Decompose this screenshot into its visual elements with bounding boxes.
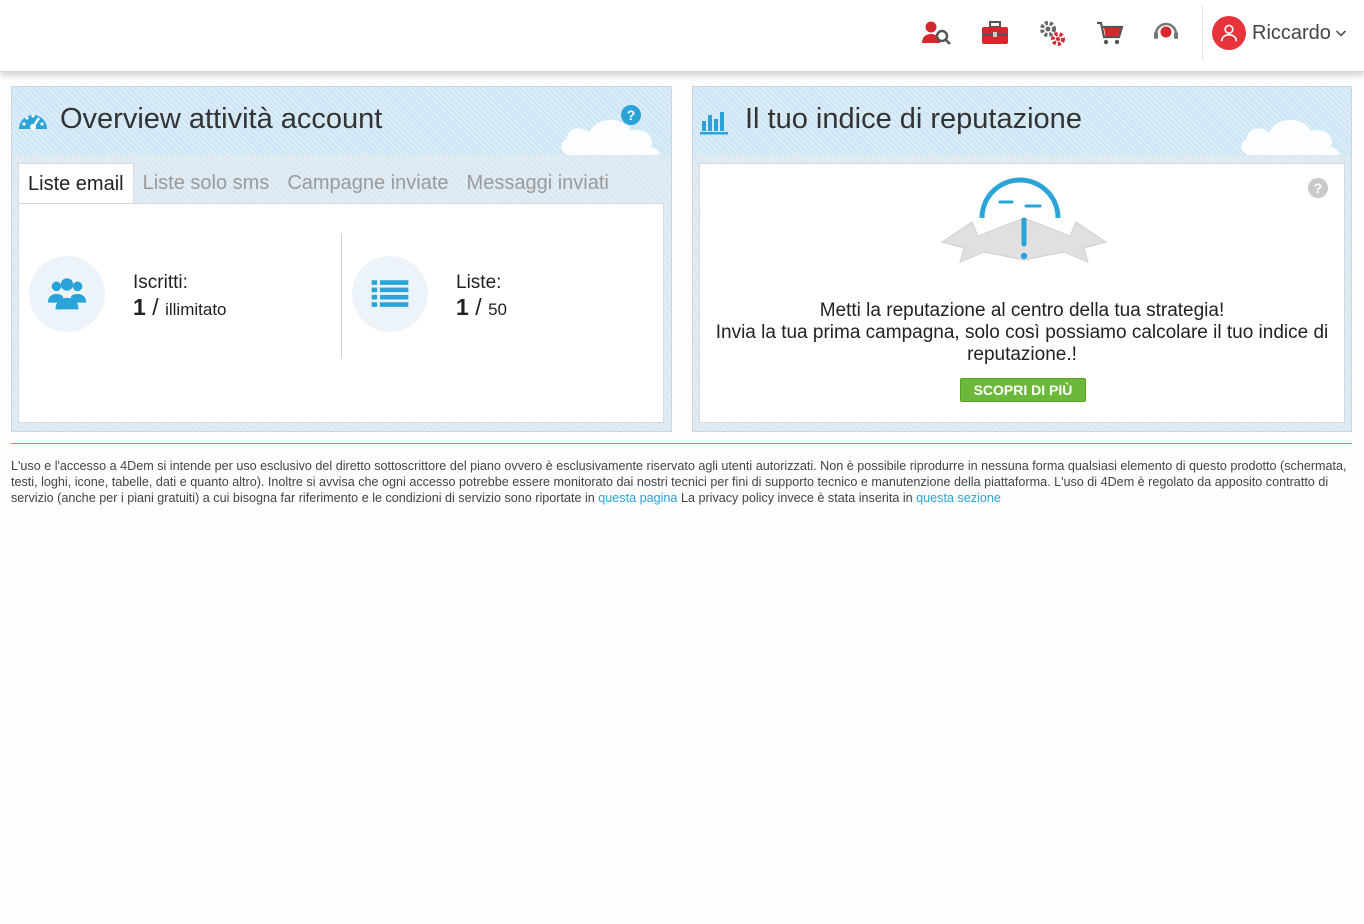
bar-chart-icon	[700, 112, 728, 135]
overview-tabs: Liste email Liste solo sms Campagne invi…	[18, 163, 618, 204]
tab-campagne-inviate[interactable]: Campagne inviate	[278, 163, 457, 204]
footer-disclaimer: L'uso e l'accesso a 4Dem si intende per …	[11, 458, 1352, 506]
users-icon	[47, 278, 87, 310]
footer-text: L'uso e l'accesso a 4Dem si intende per …	[11, 459, 1347, 505]
header-divider	[1202, 6, 1203, 60]
overview-title: Overview attività account	[60, 103, 383, 135]
reputation-message: Metti la reputazione al centro della tua…	[700, 300, 1344, 366]
stat-iscritti-limit: illimitato	[165, 300, 227, 319]
overview-panel: Overview attività account ? Liste email …	[11, 86, 672, 432]
stat-liste-count: 1	[456, 294, 469, 320]
stat-iscritti-label: Iscritti:	[133, 272, 188, 293]
reputation-body: ? Metti la reputazione al centro della t…	[699, 163, 1345, 423]
user-menu[interactable]: Riccardo	[1212, 14, 1347, 52]
list-icon	[371, 280, 409, 307]
user-name: Riccardo	[1252, 21, 1331, 44]
settings-gears-icon[interactable]	[1035, 16, 1069, 50]
stat-iscritti-count: 1	[133, 294, 146, 320]
chevron-down-icon	[1335, 30, 1346, 37]
stat-iscritti-slash: /	[152, 294, 159, 320]
tab-liste-solo-sms[interactable]: Liste solo sms	[134, 163, 279, 204]
dashboard-gauge-icon	[19, 114, 47, 130]
stat-iscritti-circle	[29, 256, 105, 332]
shopping-cart-icon[interactable]	[1093, 16, 1127, 50]
cloud-decoration-icon	[1241, 119, 1340, 155]
stat-iscritti-value: 1 / illimitato	[133, 294, 227, 321]
stat-liste-limit: 50	[488, 300, 508, 319]
avatar	[1212, 16, 1246, 50]
user-search-icon[interactable]	[919, 16, 953, 50]
stat-liste-slash: /	[475, 294, 482, 320]
scopri-di-piu-button[interactable]: SCOPRI DI PIÙ	[960, 378, 1086, 402]
toolbox-icon[interactable]	[978, 16, 1012, 50]
reputation-title: Il tuo indice di reputazione	[745, 103, 1082, 135]
reputation-gauge-icon	[940, 177, 1108, 263]
cloud-decoration-icon	[561, 119, 660, 155]
top-navbar: Riccardo	[0, 0, 1364, 72]
reputation-panel-header: Il tuo indice di reputazione	[693, 87, 1351, 155]
support-headset-icon[interactable]	[1149, 16, 1183, 50]
tab-messaggi-inviati[interactable]: Messaggi inviati	[458, 163, 618, 204]
overview-panel-header: Overview attività account	[12, 87, 671, 155]
tab-content: Iscritti: 1 / illimitato Liste: 1 / 50	[18, 203, 664, 423]
overview-help-icon[interactable]: ?	[621, 105, 641, 125]
stat-liste-value: 1 / 50	[456, 294, 507, 321]
reputation-message-line1: Metti la reputazione al centro della tua…	[819, 300, 1225, 321]
footer-divider	[11, 443, 1352, 444]
reputation-panel: Il tuo indice di reputazione ? Metti la …	[692, 86, 1352, 432]
reputation-message-line2: Invia la tua prima campagna, solo così p…	[715, 322, 1329, 365]
reputation-help-icon[interactable]: ?	[1308, 178, 1328, 198]
tab-liste-email[interactable]: Liste email	[18, 163, 134, 204]
footer-link-questa-pagina[interactable]: questa pagina	[598, 491, 677, 505]
footer-link-questa-sezione[interactable]: questa sezione	[916, 491, 1001, 505]
stats-divider	[341, 234, 342, 358]
stat-liste-label: Liste:	[456, 272, 502, 293]
user-icon	[1220, 24, 1238, 42]
footer-privacy-text: La privacy policy invece è stata inserit…	[680, 491, 913, 505]
stat-liste-circle	[352, 256, 428, 332]
